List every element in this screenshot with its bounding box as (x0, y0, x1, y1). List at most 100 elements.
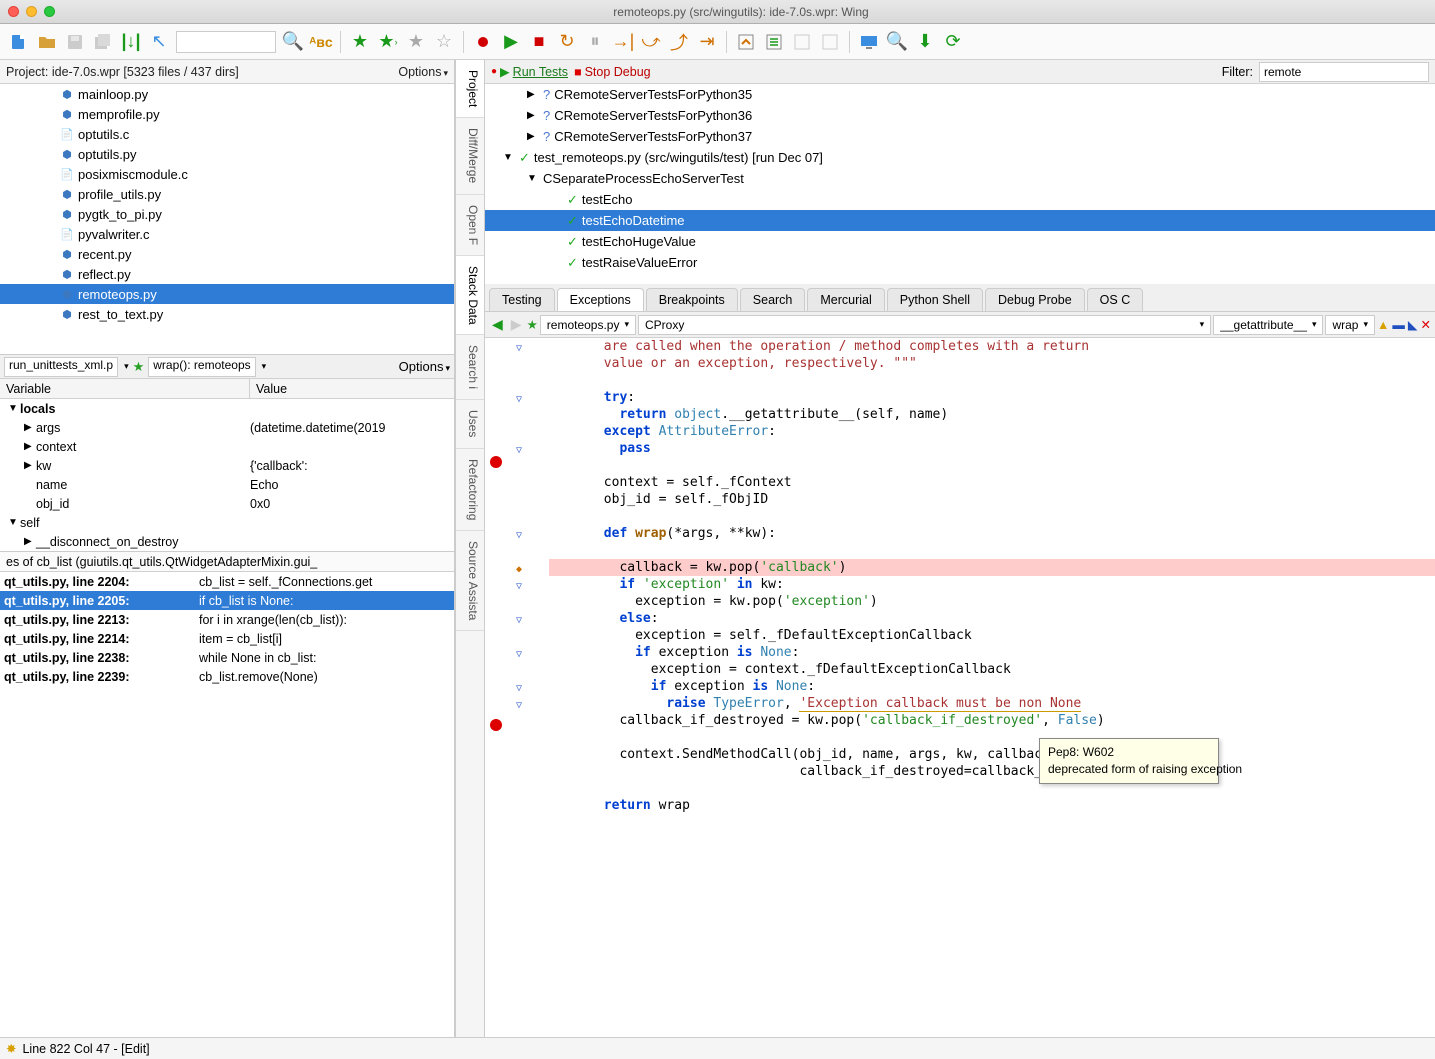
tab-breakpoints[interactable]: Breakpoints (646, 288, 738, 311)
test-row[interactable]: ▶? CRemoteServerTestsForPython36 (485, 105, 1435, 126)
stop-debug-button[interactable]: ■ Stop Debug (574, 65, 651, 79)
bookmark-prev-icon[interactable]: ★ (405, 31, 427, 53)
stackdata-row[interactable]: ▶__disconnect_on_destroy (0, 532, 454, 551)
stackdata-row[interactable]: ▼self (0, 513, 454, 532)
indent-icon[interactable]: |↓| (120, 31, 142, 53)
tab-exceptions[interactable]: Exceptions (557, 288, 644, 311)
zoom-icon[interactable]: 🔍 (886, 31, 908, 53)
expand-icon[interactable]: ▼ (527, 173, 539, 184)
breakpoint-toggle-icon[interactable] (472, 31, 494, 53)
nav-back-icon[interactable]: ◀ (489, 316, 506, 333)
bookmark-next-icon[interactable]: ★› (377, 31, 399, 53)
save-all-icon[interactable] (92, 31, 114, 53)
nav-fwd-icon[interactable]: ▶ (508, 316, 525, 333)
frame-current-icon[interactable] (763, 31, 785, 53)
step-over-icon[interactable]: ⤻ (640, 31, 662, 53)
tab-testing[interactable]: Testing (489, 288, 555, 311)
stackdata-row[interactable]: ▶kw{'callback': (0, 456, 454, 475)
sidetab-project[interactable]: Project (456, 60, 484, 118)
uses-row[interactable]: qt_utils.py, line 2204: cb_list = self._… (0, 572, 454, 591)
search-icon[interactable]: 🔍 (282, 31, 304, 53)
file-item[interactable]: 📄optutils.c (0, 124, 454, 144)
open-folder-icon[interactable] (36, 31, 58, 53)
test-row[interactable]: ✓ testEcho (485, 189, 1435, 210)
test-row[interactable]: ▼✓ test_remoteops.py (src/wingutils/test… (485, 147, 1435, 168)
sidetab-source-assista[interactable]: Source Assista (456, 531, 484, 631)
breakpoint-gutter[interactable] (485, 338, 509, 1037)
sidetab-open-f[interactable]: Open F (456, 195, 484, 256)
expand-icon[interactable]: ▶ (527, 110, 539, 121)
run-to-cursor-icon[interactable]: ⇥ (696, 31, 718, 53)
stackdata-col-value[interactable]: Value (250, 379, 454, 398)
breakpoint-marker[interactable] (490, 719, 502, 731)
project-file-list[interactable]: ⬢mainloop.py⬢memprofile.py📄optutils.c⬢op… (0, 84, 454, 354)
tests-tree[interactable]: ▶? CRemoteServerTestsForPython35▶? CRemo… (485, 84, 1435, 284)
test-row[interactable]: ▶? CRemoteServerTestsForPython35 (485, 84, 1435, 105)
close-window-icon[interactable] (8, 6, 19, 17)
file-item[interactable]: ⬢profile_utils.py (0, 184, 454, 204)
tab-search[interactable]: Search (740, 288, 806, 311)
refresh-icon[interactable]: ⟳ (942, 31, 964, 53)
file-item[interactable]: ⬢mainloop.py (0, 84, 454, 104)
tab-python-shell[interactable]: Python Shell (887, 288, 983, 311)
file-item[interactable]: ⬢recent.py (0, 244, 454, 264)
stackdata-row[interactable]: nameEcho (0, 475, 454, 494)
test-row[interactable]: ✓ testEchoDatetime (485, 210, 1435, 231)
fold-column[interactable]: ▽ ▽ ▽ ▽ ◆▽ ▽ ▽ ▽ ▽ (509, 338, 529, 1037)
test-row[interactable]: ▶? CRemoteServerTestsForPython37 (485, 126, 1435, 147)
file-item[interactable]: ⬢pygtk_to_pi.py (0, 204, 454, 224)
stackdata-options-button[interactable]: Options▾ (399, 359, 450, 374)
file-item[interactable]: ⬢memprofile.py (0, 104, 454, 124)
minimize-window-icon[interactable] (26, 6, 37, 17)
tab-mercurial[interactable]: Mercurial (807, 288, 884, 311)
project-options-button[interactable]: Options▾ (398, 65, 448, 79)
expand-icon[interactable]: ▼ (503, 152, 515, 163)
sidetab-diff-merge[interactable]: Diff/Merge (456, 118, 484, 194)
debug-restart-icon[interactable]: ↻ (556, 31, 578, 53)
filter-input[interactable] (1259, 62, 1429, 82)
file-item[interactable]: ⬢remoteops.py (0, 284, 454, 304)
minimize-panel-icon[interactable]: ▬ (1392, 318, 1405, 332)
uses-row[interactable]: qt_utils.py, line 2238: while None in cb… (0, 648, 454, 667)
selection-icon[interactable]: ↖ (148, 31, 170, 53)
debug-run-icon[interactable]: ▶ (500, 31, 522, 53)
goto-input[interactable] (176, 31, 276, 53)
close-editor-icon[interactable]: ✕ (1421, 317, 1431, 332)
editor-file-select[interactable]: remoteops.py▾ (540, 315, 636, 335)
frame-sel-icon[interactable] (819, 31, 841, 53)
sidetab-refactoring[interactable]: Refactoring (456, 449, 484, 531)
test-row[interactable]: ▼ CSeparateProcessEchoServerTest (485, 168, 1435, 189)
editor-func-select[interactable]: wrap▾ (1325, 315, 1375, 335)
expand-icon[interactable]: ▶ (24, 441, 36, 452)
debug-pause-icon[interactable]: ⏸ (584, 31, 606, 53)
uses-row[interactable]: qt_utils.py, line 2205: if cb_list is No… (0, 591, 454, 610)
breakpoint-marker[interactable] (490, 456, 502, 468)
step-out-icon[interactable]: ⤴ (668, 31, 690, 53)
monitor-icon[interactable] (858, 31, 880, 53)
test-row[interactable]: ✓ testRaiseValueError (485, 252, 1435, 273)
tab-os-c[interactable]: OS C (1087, 288, 1144, 311)
file-item[interactable]: 📄pyvalwriter.c (0, 224, 454, 244)
stackdata-col-variable[interactable]: Variable (0, 379, 250, 398)
expand-icon[interactable]: ▶ (24, 536, 36, 547)
uses-row[interactable]: qt_utils.py, line 2214: item = cb_list[i… (0, 629, 454, 648)
new-file-icon[interactable] (8, 31, 30, 53)
code-area[interactable]: are called when the operation / method c… (529, 338, 1435, 1037)
editor-method-select[interactable]: __getattribute__▾ (1213, 315, 1323, 335)
warning-icon[interactable]: ▲ (1377, 318, 1389, 332)
file-item[interactable]: ⬢optutils.py (0, 144, 454, 164)
stackdata-row[interactable]: obj_id0x0 (0, 494, 454, 513)
expand-icon[interactable]: ▶ (527, 131, 539, 142)
file-item[interactable]: 📄posixmiscmodule.c (0, 164, 454, 184)
download-icon[interactable]: ⬇ (914, 31, 936, 53)
frame-up-icon[interactable] (735, 31, 757, 53)
expand-icon[interactable]: ▼ (8, 403, 20, 414)
bookmark-clear-icon[interactable]: ☆ (433, 31, 455, 53)
expand-panel-icon[interactable]: ◣ (1408, 317, 1418, 332)
expand-icon[interactable]: ▶ (527, 89, 539, 100)
maximize-window-icon[interactable] (44, 6, 55, 17)
stackdata-row[interactable]: ▶context (0, 437, 454, 456)
stackdata-body[interactable]: ▼locals▶args(datetime.datetime(2019▶cont… (0, 399, 454, 551)
stackdata-frame-select[interactable]: wrap(): remoteops (148, 357, 255, 377)
test-row[interactable]: ✓ testEchoHugeValue (485, 231, 1435, 252)
